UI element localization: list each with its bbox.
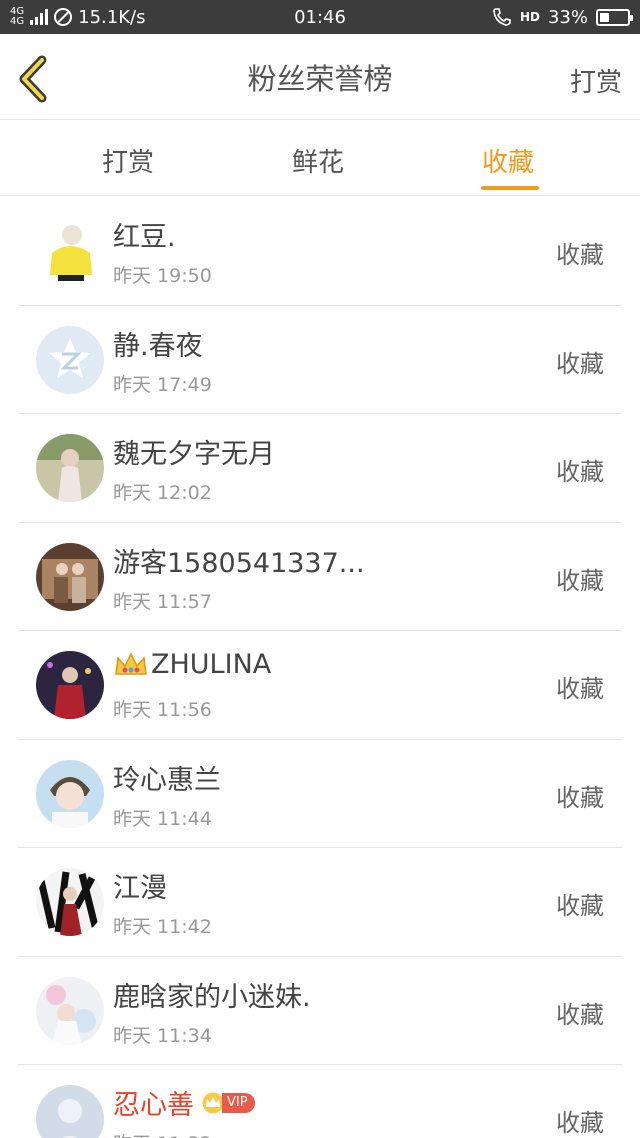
fan-action: 收藏 [556,783,604,812]
fan-time: 昨天 19:50 [113,265,212,287]
avatar [36,434,104,502]
fan-action: 收藏 [556,1109,604,1137]
page-title: 粉丝荣誉榜 [247,61,393,96]
avatar [36,1085,104,1138]
call-icon [493,8,511,26]
name-line: 玲心惠兰 [113,758,221,797]
network-type: 4G 4G [10,7,24,27]
tab-favorites[interactable]: 收藏 [482,142,534,179]
name-line: 江漫 [113,866,167,905]
reward-button[interactable]: 打赏 [570,62,622,99]
status-left: 4G 4G 15.1K/s [10,7,492,28]
name-line: ZHULINA [113,649,271,680]
crown-icon [115,651,147,675]
name-line: 魏无夕字无月 [113,432,275,471]
header: 粉丝荣誉榜 打赏 [0,34,640,120]
fan-name: 玲心惠兰 [113,764,221,796]
chevron-left-icon [19,55,47,103]
list-item[interactable]: ZHULINA 昨天 11:56 收藏 [18,631,622,740]
fan-action: 收藏 [556,1000,604,1029]
fan-name: 静.春夜 [113,330,203,362]
network-speed: 15.1K/s [78,6,146,28]
do-not-disturb-icon [54,8,73,26]
tab-reward[interactable]: 打赏 [102,142,154,179]
avatar [36,759,104,828]
avatar [36,217,104,285]
back-button[interactable] [14,54,54,104]
status-right: HD 33% [492,6,633,28]
battery-icon [596,8,633,26]
vip-badge: VIP [200,1092,255,1114]
avatar [36,976,104,1045]
vip-label: VIP [222,1092,255,1113]
fan-time: 昨天 11:56 [113,699,212,721]
status-bar: 4G 4G 15.1K/s 01:46 HD 33% [0,0,640,34]
fan-name: 红豆. [113,222,176,253]
list-item[interactable]: 静.春夜 昨天 17:49 收藏 [18,306,622,414]
battery-fill [600,12,609,22]
fan-action: 收藏 [556,458,604,486]
list-item[interactable]: 红豆. 昨天 19:50 收藏 [18,197,622,306]
tab-bar: 打赏 鲜花 收藏 [0,120,640,196]
fan-action: 收藏 [556,675,604,703]
hd-indicator: HD [519,10,540,24]
name-line: 静.春夜 [113,324,203,363]
network-label-2: 4G [10,16,25,27]
fan-action: 收藏 [556,892,604,920]
list-item[interactable]: 鹿晗家的小迷妹. 昨天 11:34 收藏 [18,957,622,1065]
tab-flowers[interactable]: 鲜花 [292,142,344,179]
fan-action: 收藏 [556,349,604,378]
fan-time: 昨天 11:57 [113,590,212,613]
list-item[interactable]: 玲心惠兰 昨天 11:44 收藏 [18,740,622,848]
list-item[interactable]: 魏无夕字无月 昨天 12:02 收藏 [18,414,622,523]
avatar [36,651,104,719]
avatar [36,868,104,936]
fan-name: 魏无夕字无月 [113,439,275,470]
fan-time: 昨天 11:32 [113,1129,212,1138]
fan-name: 游客1580541337... [113,547,365,579]
fan-time: 昨天 11:44 [113,807,212,830]
fan-time: 昨天 12:02 [113,482,212,504]
avatar [36,325,104,394]
fan-time: 昨天 11:34 [113,1024,212,1047]
list-item[interactable]: 忍心善 VIP 昨天 11:32 收藏 [18,1065,622,1138]
name-line: 红豆. [113,215,176,254]
fan-name: 江漫 [113,873,167,904]
avatar [36,542,104,611]
fan-name: 鹿晗家的小迷妹. [113,981,311,1013]
fan-time: 昨天 17:49 [113,373,212,396]
name-line: 游客1580541337... [113,541,365,580]
list-item[interactable]: 江漫 昨天 11:42 收藏 [18,848,622,957]
fan-name: 忍心善 [113,1090,194,1121]
fan-action: 收藏 [556,566,604,595]
active-tab-indicator [481,186,539,190]
signal-icon [30,9,49,25]
fan-time: 昨天 11:42 [113,916,212,938]
name-line: 忍心善 VIP [113,1083,255,1122]
list-item[interactable]: 游客1580541337... 昨天 11:57 收藏 [18,523,622,631]
fan-action: 收藏 [556,241,604,269]
fan-list: 红豆. 昨天 19:50 收藏 静.春夜 昨天 17:49 收藏 魏无夕字无月 … [0,197,640,1138]
battery-percent: 33% [547,6,588,28]
fan-name: ZHULINA [151,649,272,680]
name-line: 鹿晗家的小迷妹. [113,975,311,1014]
